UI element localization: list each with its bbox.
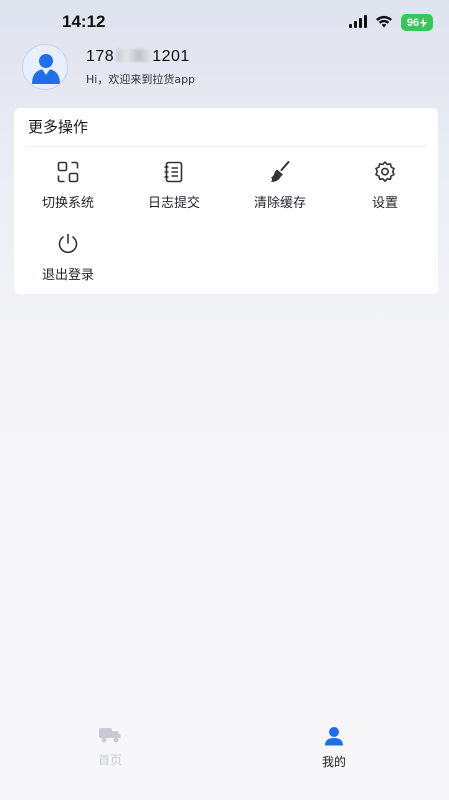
status-bar: 14:12 96 xyxy=(0,0,449,46)
clear-cache-label: 清除缓存 xyxy=(253,196,306,211)
user-avatar-icon[interactable] xyxy=(22,44,68,90)
settings-button[interactable]: 设置 xyxy=(337,160,433,222)
logout-label: 退出登录 xyxy=(41,268,94,283)
switch-system-label: 切换系统 xyxy=(41,196,94,211)
user-icon xyxy=(304,726,364,750)
wifi-icon xyxy=(375,13,393,32)
log-submit-icon xyxy=(162,160,186,184)
card-title: 更多操作 xyxy=(28,118,89,136)
phone-prefix: 178 xyxy=(86,48,115,65)
more-actions-card: 更多操作 切换系统 日志提交 清除缓存 设置 退出登录 xyxy=(14,108,438,294)
battery-level: 96 xyxy=(406,16,420,29)
switch-system-button[interactable]: 切换系统 xyxy=(20,160,116,222)
status-icons: 96 xyxy=(349,13,433,32)
battery-charging-icon: 96 xyxy=(401,14,433,31)
tab-home-label: 首页 xyxy=(97,753,122,767)
cellular-signal-icon xyxy=(349,13,367,32)
greeting-text: Hi，欢迎来到拉货app xyxy=(86,73,196,86)
tab-home[interactable]: 首页 xyxy=(80,726,140,768)
tab-mine[interactable]: 我的 xyxy=(304,726,364,770)
phone-mask xyxy=(116,49,151,62)
logout-button[interactable]: 退出登录 xyxy=(20,232,116,294)
truck-icon xyxy=(80,726,140,748)
phone-suffix: 1201 xyxy=(152,48,190,65)
broom-icon xyxy=(268,160,292,184)
tab-mine-label: 我的 xyxy=(321,755,346,769)
log-submit-label: 日志提交 xyxy=(147,196,200,211)
profile-header[interactable]: 178 1201 Hi，欢迎来到拉货app xyxy=(22,44,422,90)
power-icon xyxy=(56,232,80,256)
switch-system-icon xyxy=(56,160,80,184)
card-divider xyxy=(26,146,426,147)
status-time: 14:12 xyxy=(62,12,106,31)
settings-label: 设置 xyxy=(371,196,398,211)
gear-icon xyxy=(373,160,397,184)
log-submit-button[interactable]: 日志提交 xyxy=(126,160,222,222)
clear-cache-button[interactable]: 清除缓存 xyxy=(232,160,328,222)
phone-number: 178 1201 xyxy=(86,48,190,66)
